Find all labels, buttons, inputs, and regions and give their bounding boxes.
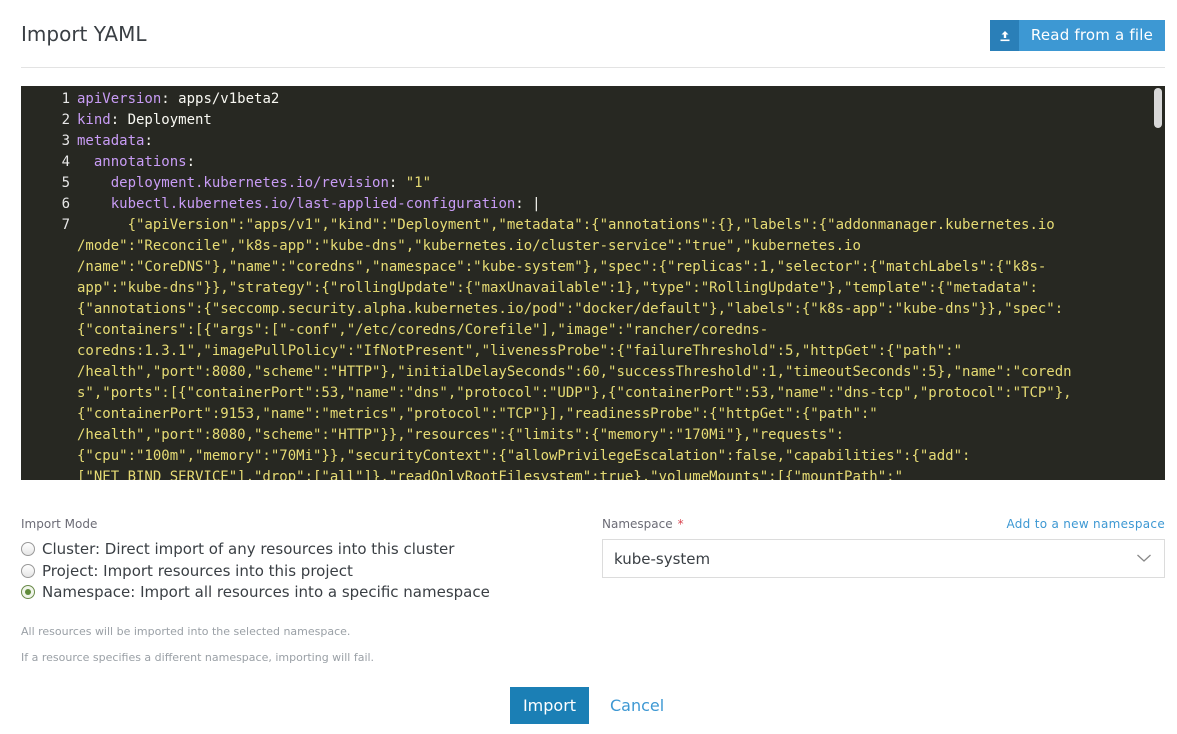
code-line: /name":"CoreDNS"},"name":"coredns","name… (21, 257, 1151, 278)
editor-scroll-thumb[interactable] (1154, 88, 1162, 128)
code-text-wrapped: /health","port":8080,"scheme":"HTTP"},"i… (77, 364, 1072, 380)
code-text: deployment.kubernetes.io/revision: "1" (70, 173, 431, 194)
code-text-wrapped: ["NET_BIND_SERVICE"],"drop":["all"]},"re… (77, 469, 904, 480)
radio-namespace-button[interactable] (21, 585, 35, 599)
import-help-text-2: If a resource specifies a different name… (21, 651, 375, 664)
yaml-editor[interactable]: 1 apiVersion: apps/v1beta2 2 kind: Deployme… (21, 86, 1165, 480)
code-line: 6 kubectl.kubernetes.io/last-applied-con… (21, 194, 1151, 215)
line-number: 5 (61, 175, 70, 191)
code-line: {"annotations":{"seccomp.security.alpha.… (21, 299, 1151, 320)
line-number: 7 (61, 217, 70, 233)
code-line: 3 metadata: (21, 131, 1151, 152)
radio-namespace[interactable]: Namespace: Import all resources into a s… (21, 583, 490, 601)
code-line: s","ports":[{"containerPort":53,"name":"… (21, 383, 1151, 404)
namespace-label: Namespace * (602, 517, 684, 531)
yaml-value: "1" (405, 175, 432, 191)
code-line: 1 apiVersion: apps/v1beta2 (21, 89, 1151, 110)
code-line: {"containerPort":9153,"name":"metrics","… (21, 404, 1151, 425)
code-text-wrapped: /mode":"Reconcile","k8s-app":"kube-dns",… (77, 238, 861, 254)
code-line: coredns:1.3.1","imagePullPolicy":"IfNotP… (21, 341, 1151, 362)
line-number: 1 (61, 91, 70, 107)
code-line: 2 kind: Deployment (21, 110, 1151, 131)
radio-cluster-label: Cluster: Direct import of any resources … (42, 540, 455, 558)
code-text: kubectl.kubernetes.io/last-applied-confi… (70, 194, 541, 215)
add-new-namespace-link[interactable]: Add to a new namespace (1006, 517, 1165, 531)
import-button[interactable]: Import (510, 687, 589, 724)
radio-project[interactable]: Project: Import resources into this proj… (21, 562, 353, 580)
code-text-wrapped: /health","port":8080,"scheme":"HTTP"}},"… (77, 427, 845, 443)
code-line: /health","port":8080,"scheme":"HTTP"}},"… (21, 425, 1151, 446)
code-text: kind: Deployment (70, 110, 212, 131)
namespace-select[interactable]: kube-system (602, 539, 1165, 578)
radio-namespace-label: Namespace: Import all resources into a s… (42, 583, 490, 601)
code-text-wrapped: app":"kube-dns"}},"strategy":{"rollingUp… (77, 280, 1038, 296)
code-text-wrapped: {"cpu":"100m","memory":"70Mi"}},"securit… (77, 448, 971, 464)
line-number: 3 (61, 133, 70, 149)
code-line: ["NET_BIND_SERVICE"],"drop":["all"]},"re… (21, 467, 1151, 480)
line-number: 2 (61, 112, 70, 128)
yaml-value: | (532, 196, 541, 212)
code-text-wrapped: {"containerPort":9153,"name":"metrics","… (77, 406, 878, 422)
required-mark: * (677, 517, 684, 531)
yaml-separator: : (515, 196, 533, 212)
code-line: 4 annotations: (21, 152, 1151, 173)
yaml-key: kind (77, 112, 111, 128)
editor-scrollbar[interactable] (1151, 86, 1165, 480)
code-text-wrapped: /name":"CoreDNS"},"name":"coredns","name… (77, 259, 1047, 275)
page-title: Import YAML (21, 22, 147, 46)
namespace-select-value: kube-system (614, 550, 711, 568)
radio-project-label: Project: Import resources into this proj… (42, 562, 353, 580)
radio-cluster-button[interactable] (21, 542, 35, 556)
code-line: /health","port":8080,"scheme":"HTTP"},"i… (21, 362, 1151, 383)
namespace-label-text: Namespace (602, 517, 673, 531)
import-mode-label: Import Mode (21, 517, 98, 531)
yaml-key: metadata (77, 133, 145, 149)
yaml-separator: : (110, 112, 128, 128)
code-text-wrapped: coredns:1.3.1","imagePullPolicy":"IfNotP… (77, 343, 963, 359)
yaml-separator: : (388, 175, 406, 191)
cancel-button[interactable]: Cancel (610, 696, 664, 715)
read-from-file-button[interactable]: Read from a file (990, 20, 1165, 51)
code-text: apiVersion: apps/v1beta2 (70, 89, 279, 110)
code-text: metadata: (70, 131, 153, 152)
line-number: 4 (61, 154, 70, 170)
yaml-value: apps/v1beta2 (178, 91, 280, 107)
code-text: annotations: (70, 152, 195, 173)
code-line: app":"kube-dns"}},"strategy":{"rollingUp… (21, 278, 1151, 299)
yaml-key: deployment.kubernetes.io/revision (110, 175, 389, 191)
yaml-separator: : (144, 133, 153, 149)
yaml-value: Deployment (127, 112, 212, 128)
upload-icon (990, 20, 1019, 51)
code-line: 7 {"apiVersion":"apps/v1","kind":"Deploy… (21, 215, 1151, 236)
import-help-text-1: All resources will be imported into the … (21, 625, 351, 638)
code-text-wrapped: {"containers":[{"args":["-conf","/etc/co… (77, 322, 769, 338)
code-line: 5 deployment.kubernetes.io/revision: "1" (21, 173, 1151, 194)
code-text-wrapped: {"annotations":{"seccomp.security.alpha.… (77, 301, 1064, 317)
code-text: {"apiVersion":"apps/v1","kind":"Deployme… (77, 217, 1055, 233)
code-lines: 1 apiVersion: apps/v1beta2 2 kind: Deployme… (21, 89, 1151, 480)
read-from-file-label: Read from a file (1030, 26, 1154, 44)
yaml-separator: : (186, 154, 196, 170)
yaml-key: apiVersion (77, 91, 162, 107)
code-line: /mode":"Reconcile","k8s-app":"kube-dns",… (21, 236, 1151, 257)
yaml-separator: : (161, 91, 179, 107)
line-number: 6 (61, 196, 70, 212)
code-line: {"cpu":"100m","memory":"70Mi"}},"securit… (21, 446, 1151, 467)
chevron-down-icon (1137, 554, 1151, 562)
code-line: {"containers":[{"args":["-conf","/etc/co… (21, 320, 1151, 341)
yaml-key: annotations (93, 154, 187, 170)
radio-cluster[interactable]: Cluster: Direct import of any resources … (21, 540, 454, 558)
code-text-wrapped: s","ports":[{"containerPort":53,"name":"… (77, 385, 1072, 401)
yaml-key: kubectl.kubernetes.io/last-applied-confi… (110, 196, 516, 212)
radio-project-button[interactable] (21, 564, 35, 578)
page-header: Import YAML Read from a file (21, 0, 1165, 68)
